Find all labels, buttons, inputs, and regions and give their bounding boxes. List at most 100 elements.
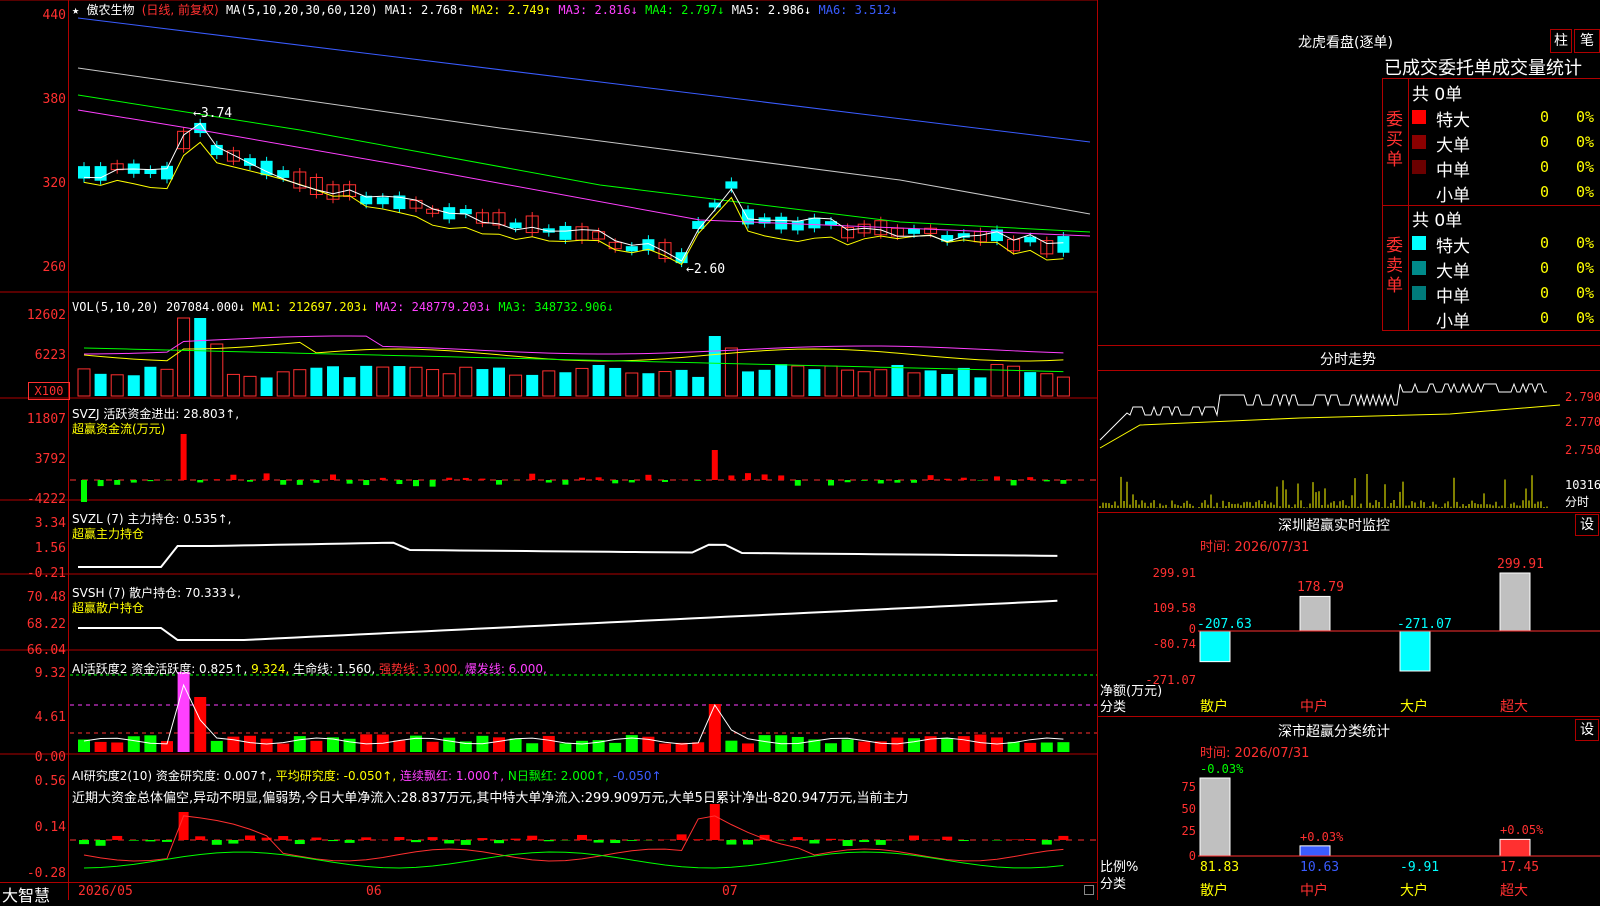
svzj-bar xyxy=(247,480,253,482)
ai-strong-line: 强势线: 3.000, xyxy=(379,662,461,676)
dragon-header: 已成交委托单成交量统计 xyxy=(1384,54,1598,80)
buy-row-name: 中单 xyxy=(1436,156,1470,181)
ai-research-bar xyxy=(79,840,89,844)
sz-class-axis-25: 25 xyxy=(1140,824,1196,838)
buy-row-count: 0 xyxy=(1540,133,1549,151)
ma3-value: MA3: 2.816↓ xyxy=(558,3,637,17)
ai-research-bar xyxy=(826,839,836,840)
svzj-bar xyxy=(114,480,120,485)
ma6-value: MA6: 3.512↓ xyxy=(819,3,898,17)
volume-bar xyxy=(1041,374,1053,396)
svsh-axis-mid: 68.22 xyxy=(0,617,66,632)
ai-active-bar xyxy=(526,743,538,752)
volume-bar xyxy=(775,364,787,396)
sz-class-category: 散户 xyxy=(1200,880,1228,900)
intraday-title: 分时走势 xyxy=(1320,349,1376,369)
volume-bar xyxy=(377,367,389,396)
ai-research-bar xyxy=(428,837,438,840)
divider xyxy=(1408,78,1409,330)
volume-bar xyxy=(161,369,173,396)
time-axis[interactable] xyxy=(0,882,1097,901)
svzj-bar xyxy=(280,480,286,485)
buy-row-name: 大单 xyxy=(1436,131,1470,156)
vol-unit-badge[interactable]: X100 xyxy=(28,382,70,400)
svzj-bar xyxy=(363,480,369,485)
candle-down xyxy=(1024,237,1036,243)
candle-down xyxy=(78,166,90,178)
svzj-bar xyxy=(546,480,552,483)
sz-monitor-title: 深圳超赢实时监控 xyxy=(1278,515,1390,535)
volume-bar xyxy=(642,373,654,396)
ai-research-title-bar: AI研究度2(10) 资金研究度: 0.007↑, 平均研究度: -0.050↑… xyxy=(72,767,662,784)
left-axis-line xyxy=(68,0,69,900)
svzj-bar xyxy=(795,480,801,486)
svzj-bar xyxy=(894,480,900,483)
svzj-axis-mid: 3792 xyxy=(0,452,66,467)
candle-down xyxy=(626,246,638,251)
ma5-line xyxy=(78,68,1090,214)
ai-research-bar xyxy=(195,836,205,840)
divider xyxy=(1098,716,1600,717)
volume-bar xyxy=(310,368,322,396)
svzj-bar xyxy=(496,480,502,485)
sell-row-swatch xyxy=(1412,311,1426,325)
star-icon[interactable]: ★ xyxy=(72,3,79,17)
ai-research-bar xyxy=(1009,839,1019,840)
ai-active-bar xyxy=(742,743,754,752)
volume-bar xyxy=(991,364,1003,396)
ai-active-bar xyxy=(128,736,140,752)
main-chart-canvas[interactable] xyxy=(0,0,1600,900)
ai-research-bar xyxy=(594,840,604,843)
ai-active-bar xyxy=(958,736,970,752)
svzj-bar xyxy=(413,480,419,486)
svzj-bar xyxy=(944,479,950,480)
svzl-subtitle: 超赢主力持仓 xyxy=(72,525,144,542)
buy-row-swatch xyxy=(1412,185,1426,199)
ai-research-bar xyxy=(477,838,487,840)
date-label-jul: 07 xyxy=(722,884,738,899)
ai-active-bar xyxy=(759,735,771,752)
ai-active-bar xyxy=(261,739,273,752)
main-title-bar: ★ 傲农生物 (日线, 前复权) MA(5,10,20,30,60,120) M… xyxy=(72,1,898,18)
svzj-bar xyxy=(131,480,137,483)
ai-active-bar xyxy=(842,739,854,752)
ai-active-axis-bot: 0.00 xyxy=(0,750,66,765)
volume-bar xyxy=(526,375,538,396)
volume-bar xyxy=(144,367,156,396)
ai-active-bar xyxy=(211,741,223,752)
svzj-bar xyxy=(778,475,784,480)
ai-active-bar xyxy=(543,736,555,752)
vol-ma2: MA2: 248779.203↓ xyxy=(375,300,491,314)
svzj-bar xyxy=(1027,477,1033,480)
volume-bar xyxy=(493,368,505,396)
intraday-vol-top: 10316 xyxy=(1565,478,1600,492)
ai-active-line xyxy=(84,685,1063,744)
volume-bar xyxy=(178,318,190,396)
volume-bar xyxy=(393,366,405,396)
sz-monitor-category: 散户 xyxy=(1200,696,1228,716)
sz-class-settings-button[interactable]: 设 xyxy=(1575,719,1599,741)
ai-active-axis-top: 9.32 xyxy=(0,666,66,681)
ai-research-bar xyxy=(311,838,321,840)
ai-research-bar xyxy=(710,804,720,840)
lock-icon[interactable] xyxy=(1084,885,1094,895)
tick-mode-button[interactable]: 笔 xyxy=(1574,29,1600,53)
svzj-bar xyxy=(828,480,834,485)
candle-down xyxy=(1057,236,1069,253)
ma2-line xyxy=(84,142,1063,264)
candle-down xyxy=(958,233,970,237)
buy-row-swatch xyxy=(1412,160,1426,174)
ai-active-bar xyxy=(510,739,522,752)
svzj-axis-bot: -4222 xyxy=(0,492,66,507)
sz-monitor-value: 299.91 xyxy=(1497,557,1544,572)
ai-research-bar xyxy=(278,836,288,840)
sz-monitor-settings-button[interactable]: 设 xyxy=(1575,514,1599,536)
volume-bar xyxy=(709,336,721,396)
volume-bar xyxy=(941,374,953,396)
ai-life-line: 生命线: 1.560, xyxy=(293,662,375,676)
ai-active-bar xyxy=(891,738,903,752)
svzj-bar xyxy=(98,480,104,486)
bar-mode-button[interactable]: 柱 xyxy=(1550,29,1572,53)
buy-row-pct: 0% xyxy=(1576,108,1600,126)
svzj-bar xyxy=(745,473,751,480)
